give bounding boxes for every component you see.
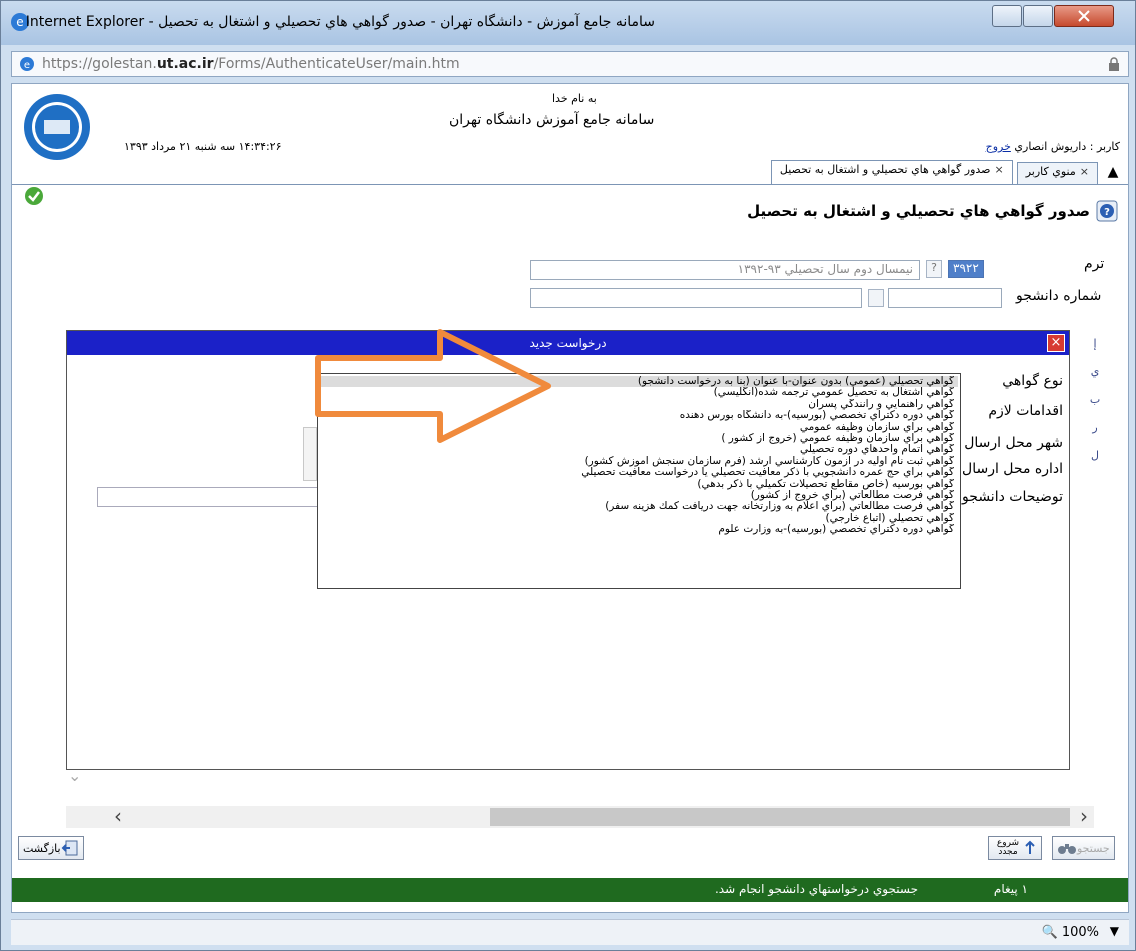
restart-label: شروع مجدد [996,838,1020,857]
dialog-close-button[interactable]: × [1047,334,1065,352]
close-icon [1078,10,1090,22]
scroll-right-icon[interactable]: › [1074,806,1094,828]
message-count[interactable]: ۱ پيغام [994,882,1028,896]
maximize-button[interactable] [1023,5,1053,27]
side-letter: ل [1091,449,1099,462]
search-label: جستجو [1077,841,1110,855]
svg-text:?: ? [1104,207,1110,218]
dropdown-option[interactable]: گواهي ثبت نام اوليه در آزمون كارشناسي ار… [320,456,958,467]
tab-user-menu[interactable]: ×منوي کاربر [1016,162,1098,184]
title-bar[interactable]: e سامانه جامع آموزش - دانشگاه تهران - صد… [1,1,1135,45]
scrollbar-thumb[interactable] [490,808,1070,826]
back-arrow-icon [61,840,78,856]
side-letter: ي [1090,365,1100,378]
collapse-icon[interactable]: ▲ [1104,164,1122,184]
search-button[interactable]: جستجو [1052,836,1115,860]
chevron-down-icon[interactable]: ⌄ [68,766,84,785]
help-icon[interactable]: ? [1096,200,1118,222]
tab-close-icon[interactable]: × [995,163,1004,176]
student-lookup-button[interactable] [868,289,884,307]
user-info: کاربر : داريوش انصاري خروج [986,140,1120,153]
term-lookup-button[interactable]: ? [926,260,942,278]
new-request-dialog: درخواست جديد × نوع گواهي اقدامات لازم شه… [66,330,1070,770]
message-text: جستجوي درخواستهاي دانشجو انجام شد. [714,882,918,896]
back-button[interactable]: بازگشت [18,836,84,860]
datetime: ۱۴:۳۴:۲۶ سه شنبه ۲۱ مرداد ۱۳۹۳ [124,140,282,153]
browser-status-bar: 🔍 100% ▼ [11,919,1129,945]
page-heading: ? صدور گواهي هاي تحصيلي و اشتغال به تحصي… [747,200,1118,222]
dropdown-option[interactable]: گواهي اتمام واحدهاي دوره تحصيلي [320,444,958,455]
bismillah-text: به نام خدا [552,92,597,105]
office-label: اداره محل ارسال [962,461,1063,477]
close-window-button[interactable] [1054,5,1114,27]
side-letter: ب [1089,393,1101,406]
tab-certificates[interactable]: ×صدور گواهي هاي تحصيلي و اشتغال به تحصيل [770,160,1013,184]
student-number-input[interactable] [888,288,1002,308]
dropdown-option[interactable]: گواهي فرصت مطالعاتي (براي خروج از كشور) [320,490,958,501]
user-label: کاربر : داريوش انصاري [1014,140,1120,153]
term-label: ترم [1084,256,1105,272]
minimize-button[interactable] [992,5,1022,27]
term-value-field: نيمسال دوم سال تحصيلي ۹۳-۱۳۹۲ [530,260,920,280]
dropdown-option[interactable]: گواهي براي حج عمره دانشجويي با ذكر معافي… [320,467,958,478]
dropdown-option[interactable]: گواهي تحصيلي (اتباع خارجي) [320,513,958,524]
dropdown-option[interactable]: گواهي دوره دكتراي تخصصي (بورسيه)-به وزار… [320,524,958,535]
restart-icon [1025,840,1035,854]
description-label: توضيحات دانشجو [962,489,1063,505]
restart-button[interactable]: شروع مجدد [988,836,1042,860]
actions-label: اقدامات لازم [988,403,1063,419]
check-icon [25,187,43,205]
tab-close-icon[interactable]: × [1080,165,1089,178]
page-heading-text: صدور گواهي هاي تحصيلي و اشتغال به تحصيل [747,202,1090,220]
description-input[interactable] [97,487,319,507]
side-letter: إ [1093,337,1097,350]
side-letter-strip: إ ي ب ر ل [1088,330,1102,470]
dropdown-option[interactable]: گواهي بورسيه (خاص مقاطع تحصيلات تكميلي ب… [320,479,958,490]
annotation-arrow [315,329,551,443]
student-name-field [530,288,862,308]
address-bar[interactable]: e https://golestan.ut.ac.ir/Forms/Authen… [11,51,1129,77]
page-content: به نام خدا سامانه جامع آموزش دانشگاه تهر… [11,83,1129,913]
svg-text:e: e [16,15,23,29]
university-logo [22,92,92,162]
side-letter: ر [1092,421,1098,434]
zoom-level[interactable]: 🔍 100% [1042,925,1100,940]
dropdown-option[interactable]: گواهي فرصت مطالعاتي (براي اعلام به وزارت… [320,501,958,512]
scroll-left-icon[interactable]: ‹ [108,806,128,828]
url-text: https://golestan.ut.ac.ir/Forms/Authenti… [42,56,460,72]
window-title: سامانه جامع آموزش - دانشگاه تهران - صدور… [25,14,655,30]
system-title: سامانه جامع آموزش دانشگاه تهران [449,112,655,128]
cert-type-label: نوع گواهي [1002,373,1063,389]
student-number-label: شماره دانشجو [1016,288,1102,304]
city-label: شهر محل ارسال [964,435,1063,451]
dialog-title-bar[interactable]: درخواست جديد × [67,331,1069,355]
lock-icon [1109,57,1119,71]
zoom-dropdown-icon[interactable]: ▼ [1110,924,1119,938]
svg-text:e: e [24,60,30,71]
tab-strip: ▲ ×منوي کاربر ×صدور گواهي هاي تحصيلي و ا… [767,160,1122,184]
logout-link[interactable]: خروج [986,140,1011,153]
tab-divider [12,184,1128,185]
binoculars-icon [1058,844,1076,854]
back-label: بازگشت [23,841,61,855]
horizontal-scrollbar[interactable]: ‹ › [66,806,1094,828]
ie-page-icon: e [20,57,34,71]
term-code-input[interactable]: ۳۹۲۲ [948,260,984,278]
browser-window: e سامانه جامع آموزش - دانشگاه تهران - صد… [0,0,1136,951]
message-bar: ۱ پيغام جستجوي درخواستهاي دانشجو انجام ش… [12,878,1128,902]
